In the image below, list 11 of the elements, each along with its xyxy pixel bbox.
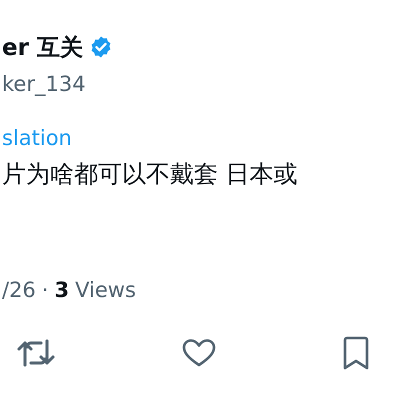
- views-label: Views: [75, 278, 136, 302]
- tweet-date: /26: [2, 278, 36, 302]
- heart-icon[interactable]: [182, 338, 216, 368]
- display-name: er 互关: [2, 34, 83, 62]
- separator-dot: ·: [42, 278, 48, 302]
- show-translation-link[interactable]: slation: [2, 126, 72, 150]
- tweet-text: 片为啥都可以不戴套 日本或: [2, 159, 299, 190]
- retweet-icon[interactable]: [16, 337, 56, 369]
- user-handle: ker_134: [2, 72, 87, 96]
- views-count: 3: [54, 278, 70, 302]
- bookmark-icon[interactable]: [342, 336, 370, 370]
